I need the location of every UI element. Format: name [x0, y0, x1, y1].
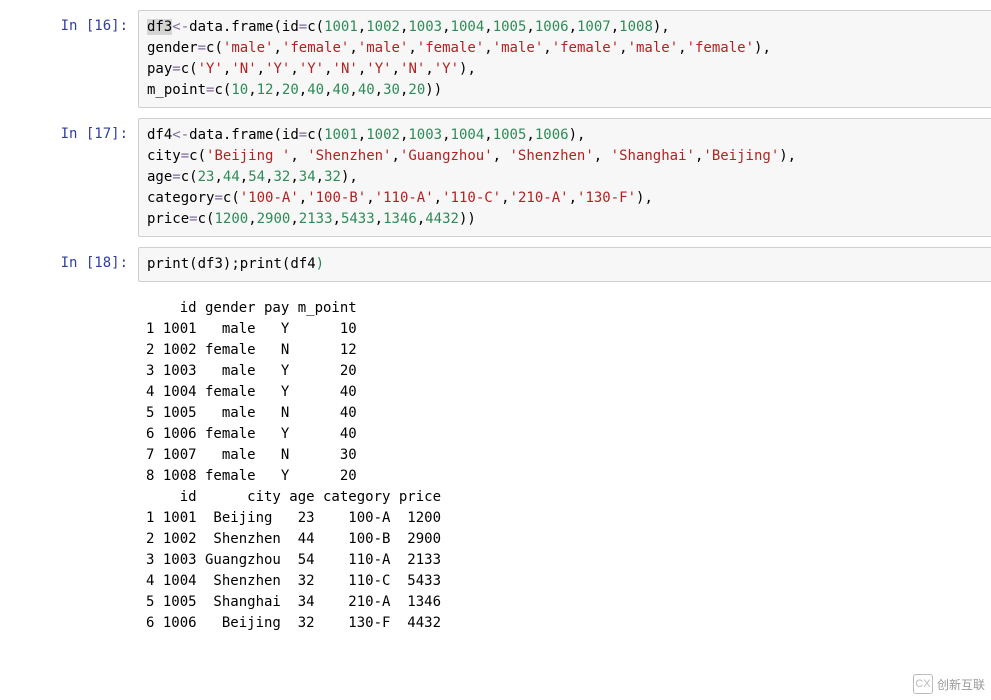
code-input-17[interactable]: df4<-data.frame(id=c(1001,1002,1003,1004… [138, 118, 991, 237]
output-prompt [0, 292, 138, 300]
cell-17: In [17]: df4<-data.frame(id=c(1001,1002,… [0, 118, 991, 237]
prompt-18: In [18]: [0, 247, 138, 271]
watermark-logo-icon: CX [913, 674, 933, 694]
watermark: CX 创新互联 [913, 674, 985, 694]
prompt-16: In [16]: [0, 10, 138, 34]
code-input-16[interactable]: df3<-data.frame(id=c(1001,1002,1003,1004… [138, 10, 991, 108]
prompt-17: In [17]: [0, 118, 138, 142]
code-output-18: id gender pay m_point 1 1001 male Y 10 2… [138, 292, 991, 634]
cell-18-output: id gender pay m_point 1 1001 male Y 10 2… [0, 292, 991, 634]
cell-18: In [18]: print(df3);print(df4) [0, 247, 991, 282]
code-input-18[interactable]: print(df3);print(df4) [138, 247, 991, 282]
watermark-text: 创新互联 [937, 676, 985, 693]
notebook: In [16]: df3<-data.frame(id=c(1001,1002,… [0, 0, 991, 634]
cell-16: In [16]: df3<-data.frame(id=c(1001,1002,… [0, 10, 991, 108]
